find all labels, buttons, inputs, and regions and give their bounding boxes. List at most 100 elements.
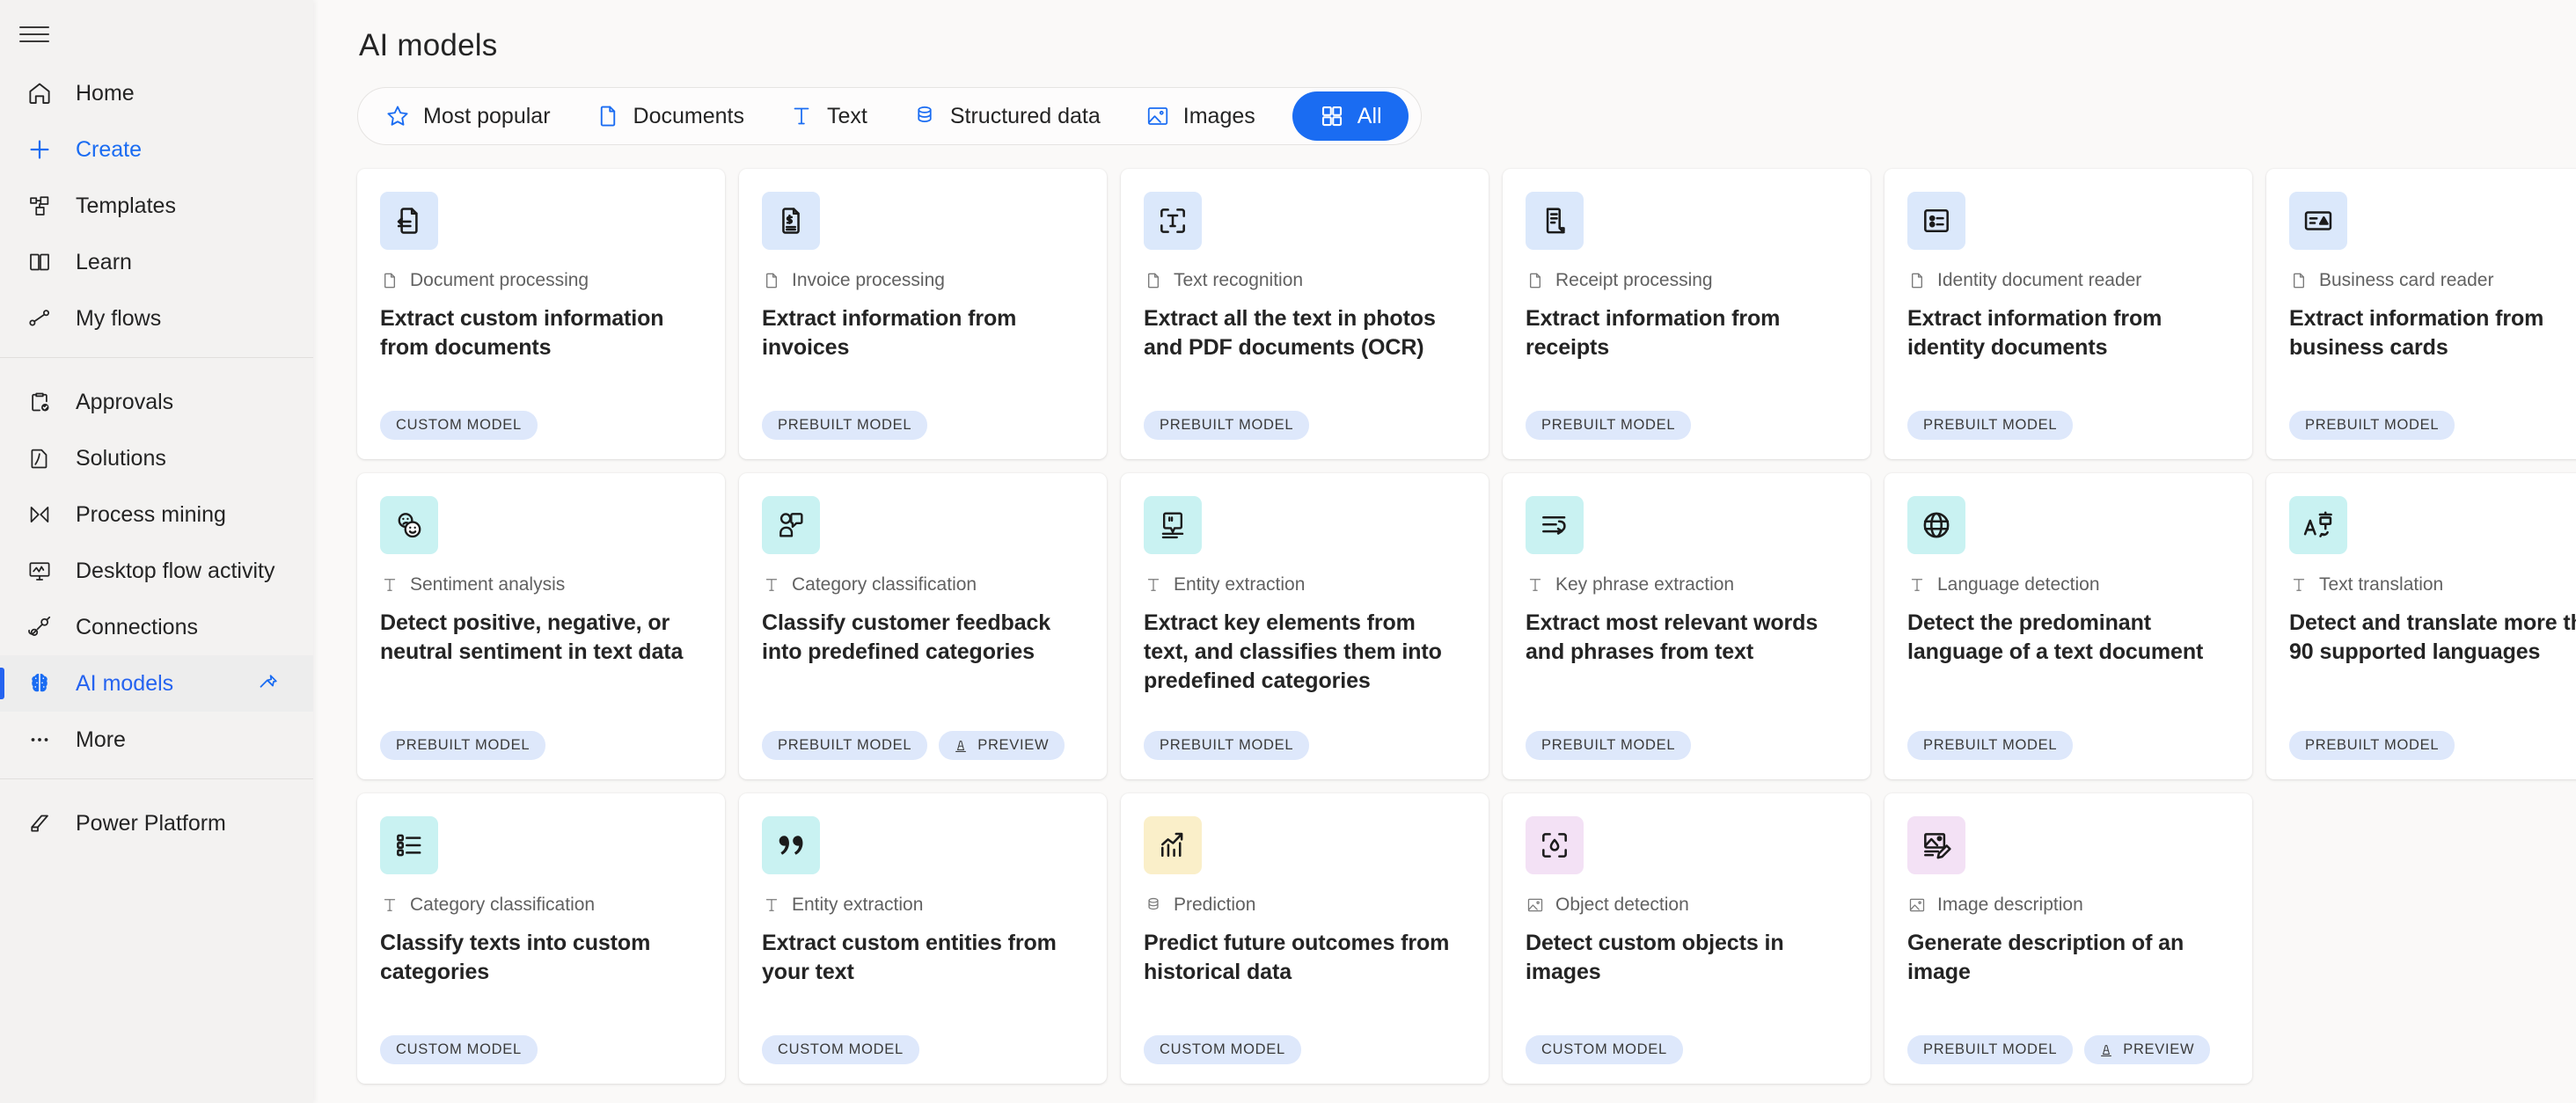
- model-card[interactable]: Identity document reader Extract informat…: [1884, 169, 2252, 459]
- card-kind-label: Text recognition: [1174, 270, 1304, 290]
- model-type-badge: PREBUILT MODEL: [1144, 731, 1310, 760]
- sidebar-group: Power Platform: [0, 790, 313, 851]
- sidebar-item-label: Process mining: [76, 501, 226, 527]
- card-badges: CUSTOM MODEL: [762, 1021, 1084, 1064]
- sidebar-item-create[interactable]: Create: [0, 121, 313, 178]
- model-card[interactable]: Category classification Classify texts in…: [357, 793, 725, 1084]
- filter-tab-images[interactable]: Images: [1125, 91, 1275, 141]
- sidebar-item-my-flows[interactable]: My flows: [0, 290, 313, 347]
- filter-tab-all[interactable]: All: [1292, 91, 1409, 141]
- sidebar-item-power-platform[interactable]: Power Platform: [0, 795, 313, 851]
- card-title: Extract custom information from document…: [380, 306, 664, 360]
- document-icon: [2289, 270, 2309, 291]
- card-title: Generate description of an image: [1907, 931, 2184, 984]
- model-card[interactable]: Image description Generate description of…: [1884, 793, 2252, 1084]
- text-t-icon: [380, 895, 399, 916]
- sidebar-item-process-mining[interactable]: Process mining: [0, 486, 313, 543]
- model-type-badge: PREBUILT MODEL: [1907, 731, 2074, 760]
- text-t-icon: [1526, 574, 1545, 595]
- model-card[interactable]: Text recognition Extract all the text in …: [1121, 169, 1489, 459]
- menu-icon[interactable]: [19, 19, 49, 49]
- card-kind-label: Identity document reader: [1937, 270, 2142, 290]
- image-icon: [1526, 895, 1545, 916]
- card-kind: Text recognition: [1144, 269, 1466, 292]
- model-card[interactable]: Sentiment analysis Detect positive, negat…: [357, 473, 725, 779]
- badge-label: CUSTOM MODEL: [1541, 1041, 1667, 1057]
- filter-tab-text[interactable]: Text: [769, 91, 887, 141]
- document-extract-icon: [380, 192, 438, 250]
- card-kind: Document processing: [380, 269, 702, 292]
- document-icon: [1526, 270, 1545, 291]
- cone-icon: [2098, 1041, 2114, 1059]
- filter-tab-label: Images: [1182, 103, 1255, 128]
- filter-tab-structured-data[interactable]: Structured data: [892, 91, 1120, 141]
- model-card[interactable]: Key phrase extraction Extract most releva…: [1503, 473, 1870, 779]
- text-t-icon: [788, 103, 815, 129]
- database-icon: [911, 103, 938, 129]
- filter-tab-documents[interactable]: Documents: [575, 91, 764, 141]
- model-type-badge: CUSTOM MODEL: [380, 411, 538, 440]
- plus-icon: [19, 132, 60, 167]
- badge-label: PREVIEW: [2123, 1041, 2195, 1057]
- model-card[interactable]: Object detection Detect custom objects in…: [1503, 793, 1870, 1084]
- card-title: Classify customer feedback into predefin…: [762, 610, 1051, 664]
- connections-icon: [19, 610, 60, 645]
- model-type-badge: PREBUILT MODEL: [2289, 731, 2455, 760]
- menu-toggle-row: [0, 9, 313, 60]
- sidebar-item-more[interactable]: More: [0, 712, 313, 768]
- image-edit-icon: [1907, 816, 1965, 874]
- model-card[interactable]: Category classification Classify customer…: [739, 473, 1107, 779]
- filter-tab-most-popular[interactable]: Most popular: [365, 91, 570, 141]
- sidebar-item-home[interactable]: Home: [0, 65, 313, 121]
- card-kind: Sentiment analysis: [380, 573, 702, 596]
- card-badges: CUSTOM MODEL: [380, 1021, 702, 1064]
- model-card[interactable]: Prediction Predict future outcomes from h…: [1121, 793, 1489, 1084]
- checklist-icon: [380, 816, 438, 874]
- card-kind: Entity extraction: [762, 894, 1084, 917]
- sidebar-item-approvals[interactable]: Approvals: [0, 374, 313, 430]
- card-kind-label: Invoice processing: [792, 270, 945, 290]
- model-type-badge: CUSTOM MODEL: [1526, 1035, 1683, 1064]
- sidebar-item-label: Power Platform: [76, 810, 226, 836]
- badge-label: PREBUILT MODEL: [778, 417, 912, 433]
- model-card[interactable]: Business card reader Extract information …: [2266, 169, 2576, 459]
- sidebar-item-ai-models[interactable]: AI models: [0, 655, 313, 712]
- badge-label: PREBUILT MODEL: [1160, 417, 1294, 433]
- model-card[interactable]: Document processing Extract custom inform…: [357, 169, 725, 459]
- model-type-badge: PREBUILT MODEL: [1907, 411, 2074, 440]
- card-badges: PREBUILT MODEL: [1144, 397, 1466, 440]
- document-icon: [595, 103, 621, 129]
- sidebar-item-label: Home: [76, 80, 135, 106]
- model-type-badge: PREBUILT MODEL: [1526, 411, 1692, 440]
- sidebar-item-templates[interactable]: Templates: [0, 178, 313, 234]
- image-icon: [1145, 103, 1171, 129]
- model-card[interactable]: Entity extraction Extract custom entities…: [739, 793, 1107, 1084]
- model-card[interactable]: Language detection Detect the predominant…: [1884, 473, 2252, 779]
- sidebar-item-desktop-flow-activity[interactable]: Desktop flow activity: [0, 543, 313, 599]
- badge-label: PREBUILT MODEL: [778, 737, 912, 753]
- card-title: Extract information from identity docume…: [1907, 306, 2163, 360]
- sidebar-item-learn[interactable]: Learn: [0, 234, 313, 290]
- model-card[interactable]: Receipt processing Extract information fr…: [1503, 169, 1870, 459]
- card-badges: PREBUILT MODEL PREVIEW: [1907, 1021, 2229, 1064]
- process-mining-icon: [19, 497, 60, 532]
- sidebar-item-solutions[interactable]: Solutions: [0, 430, 313, 486]
- card-title: Predict future outcomes from historical …: [1144, 931, 1450, 984]
- model-card[interactable]: Entity extraction Extract key elements fr…: [1121, 473, 1489, 779]
- badge-label: PREBUILT MODEL: [2305, 737, 2440, 753]
- document-icon: [762, 270, 781, 291]
- id-card-icon: [1907, 192, 1965, 250]
- trend-chart-icon: [1144, 816, 1202, 874]
- grid-icon: [1319, 103, 1345, 129]
- model-card[interactable]: Text translation Detect and translate mor…: [2266, 473, 2576, 779]
- card-badges: PREBUILT MODEL: [2289, 717, 2576, 760]
- sidebar-item-connections[interactable]: Connections: [0, 599, 313, 655]
- model-card[interactable]: Invoice processing Extract information fr…: [739, 169, 1107, 459]
- card-kind-label: Sentiment analysis: [410, 574, 566, 595]
- badge-label: CUSTOM MODEL: [1160, 1041, 1285, 1057]
- card-kind-label: Entity extraction: [792, 895, 924, 915]
- card-badges: PREBUILT MODEL: [1907, 397, 2229, 440]
- card-badges: PREBUILT MODEL: [2289, 397, 2576, 440]
- card-kind: Image description: [1907, 894, 2229, 917]
- pin-icon[interactable]: [255, 670, 282, 697]
